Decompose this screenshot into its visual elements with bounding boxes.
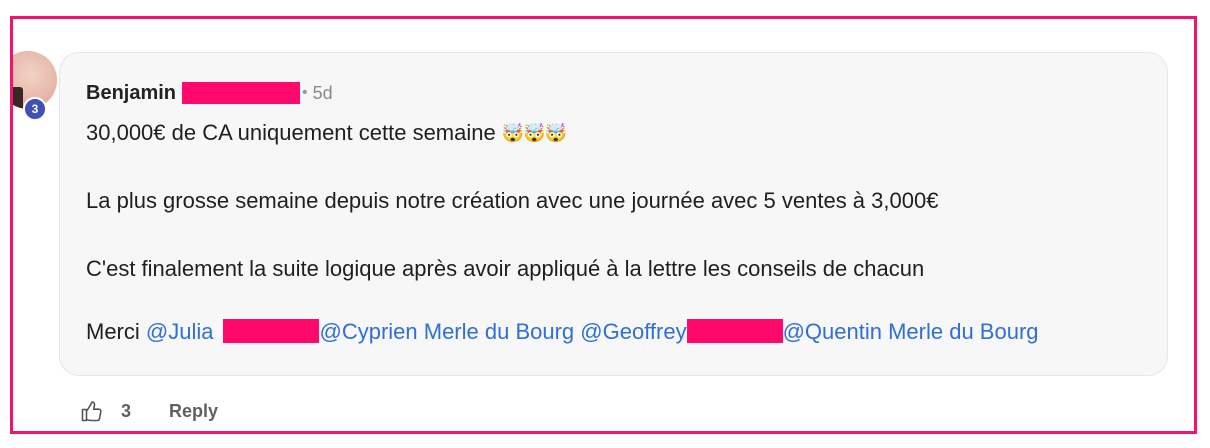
redacted-author-surname [182, 82, 301, 104]
mention-link[interactable]: @Julia [146, 319, 214, 344]
separator-dot: • [302, 84, 308, 101]
comment-text: 30,000€ de CA uniquement cette semaine [86, 120, 496, 145]
author-name[interactable]: Benjamin [86, 82, 176, 105]
timestamp[interactable]: 5d [313, 83, 333, 104]
thumbs-up-icon[interactable] [79, 398, 105, 424]
comment-actions: 3 Reply [79, 397, 218, 425]
mention-link[interactable]: @Quentin Merle du Bourg [783, 319, 1039, 344]
comment-line: C'est finalement la suite logique après … [86, 256, 925, 281]
reply-button[interactable]: Reply [169, 401, 218, 422]
screenshot-frame: 3 Benjamin • 5d 30,000€ de CA uniquement… [10, 16, 1197, 434]
redacted-mention-surname [223, 319, 320, 343]
avatar-photo-figure [13, 87, 23, 109]
mention-link[interactable]: @Geoffrey [580, 319, 686, 344]
exploding-head-emoji-icon: 🤯🤯🤯 [501, 123, 567, 143]
comment-line: 30,000€ de CA uniquement cette semaine 🤯🤯… [86, 120, 567, 146]
thanks-line: Merci @Julia @Cyprien Merle du Bourg @Geo… [86, 319, 1039, 345]
thanks-prefix: Merci [86, 319, 146, 344]
comment-bubble: Benjamin • 5d 30,000€ de CA uniquement c… [59, 52, 1168, 376]
mention-link[interactable]: @Cyprien Merle du Bourg [319, 319, 574, 344]
comment-header: Benjamin • 5d [86, 79, 333, 107]
level-badge: 3 [23, 97, 47, 121]
comment-line: La plus grosse semaine depuis notre créa… [86, 188, 939, 213]
like-count: 3 [121, 400, 132, 421]
redacted-mention-surname [686, 319, 783, 343]
